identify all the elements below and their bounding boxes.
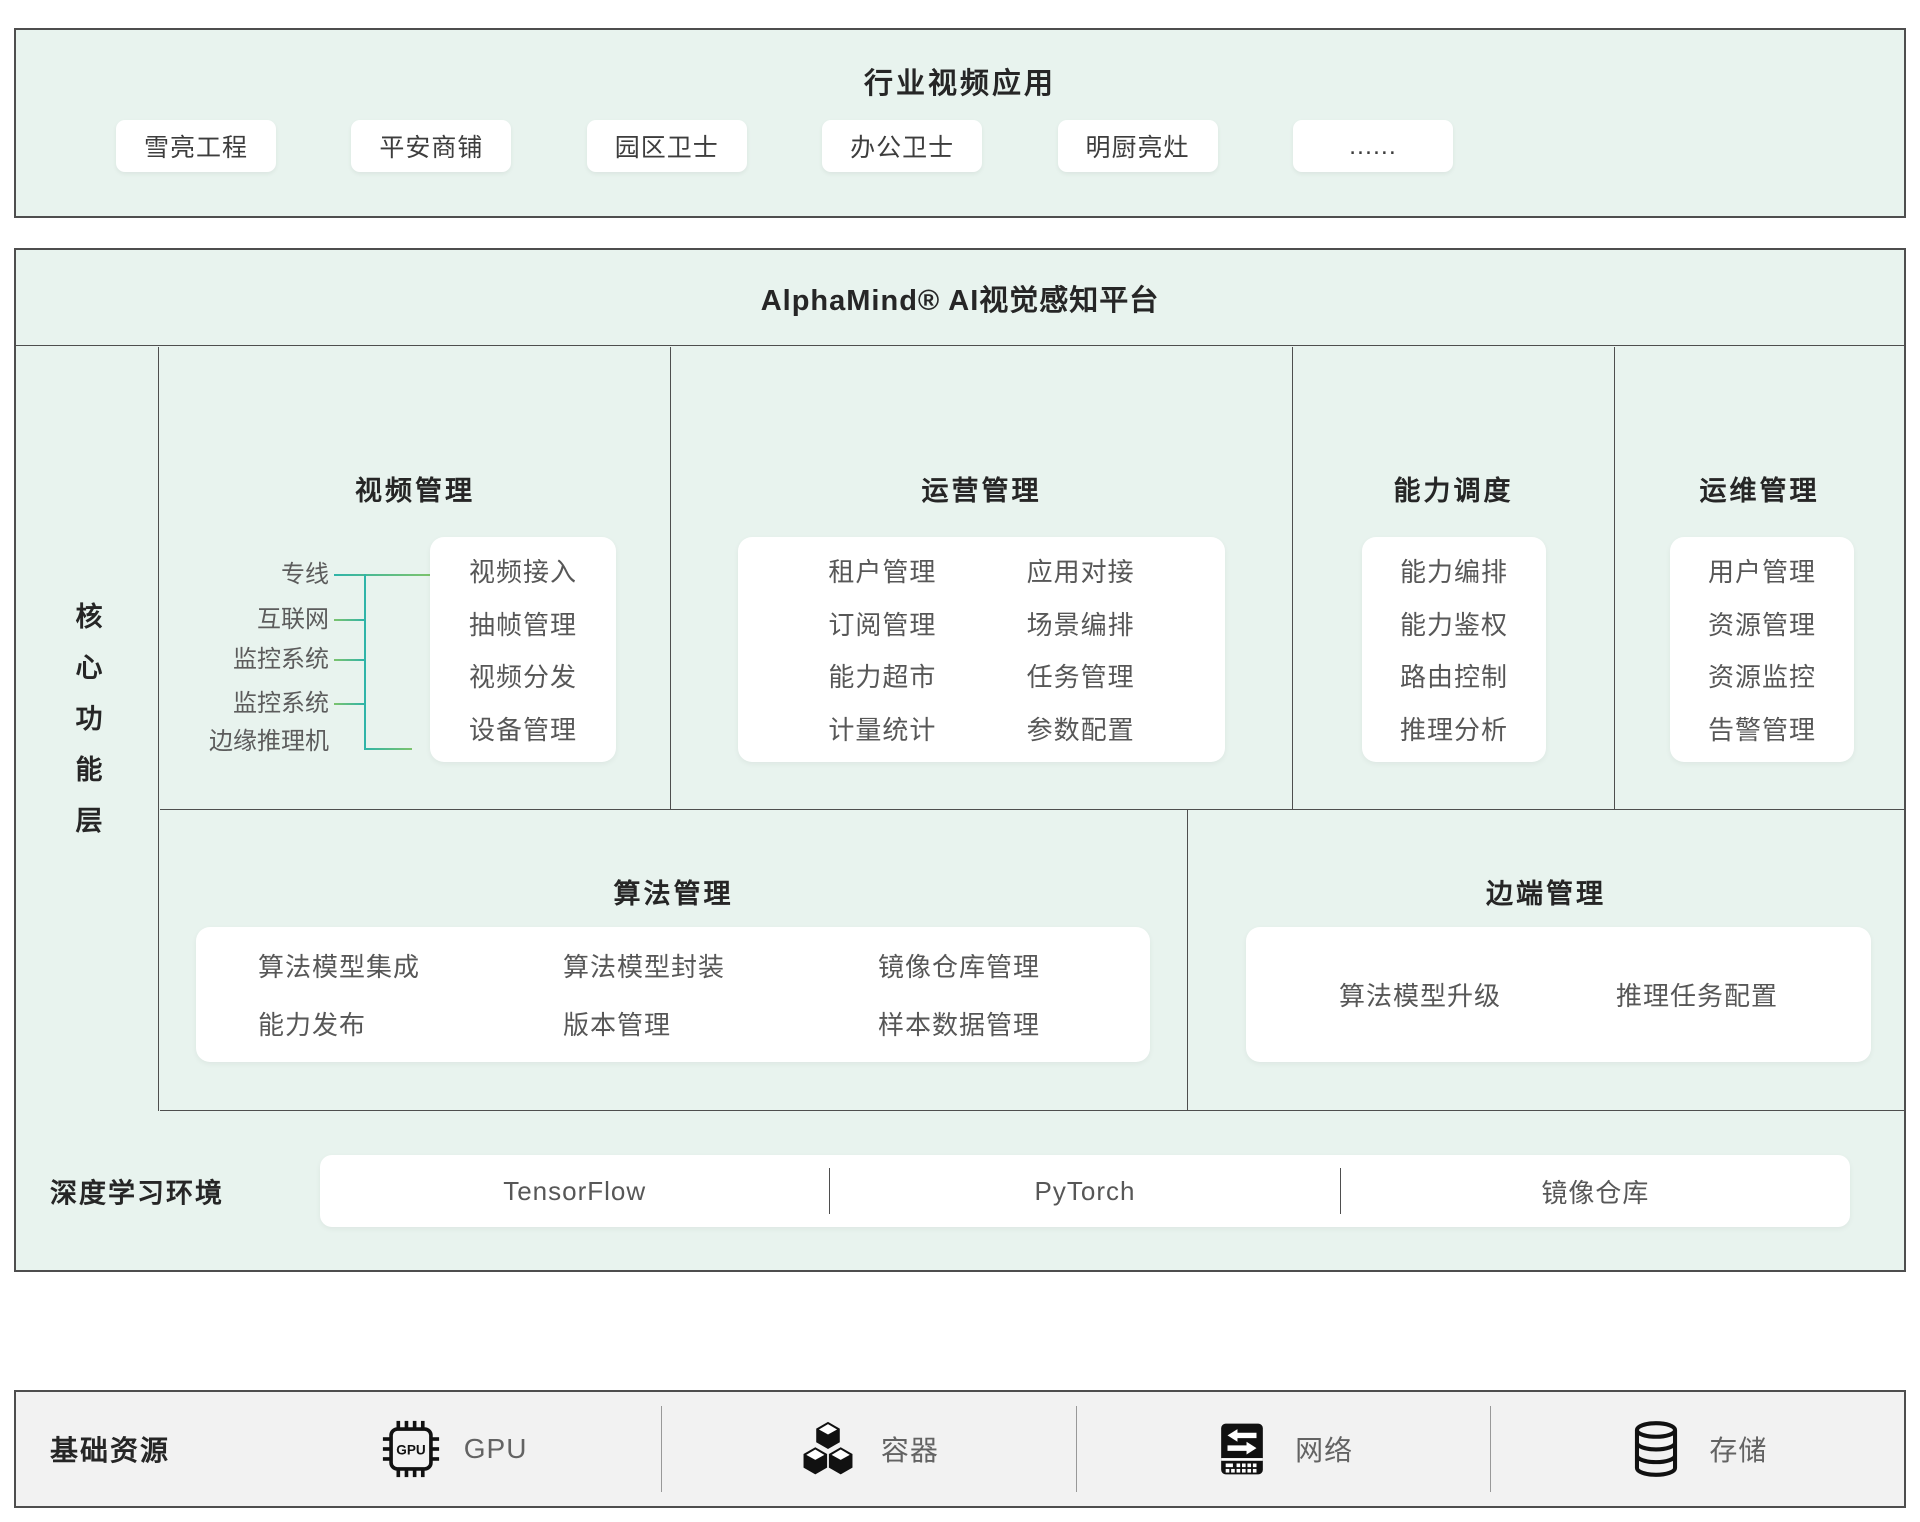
edge-section-title: 边端管理 — [1188, 872, 1904, 911]
infra-item-label: 网络 — [1295, 1429, 1353, 1469]
feature-item: 样本数据管理 — [878, 1005, 1040, 1042]
feature-item: 视频分发 — [469, 657, 577, 694]
feature-item: 任务管理 — [1027, 657, 1135, 694]
app-pill-bangong: 办公卫士 — [822, 120, 982, 172]
feature-item: 版本管理 — [563, 1005, 671, 1042]
connector-line — [364, 748, 412, 750]
algorithm-feature-card: 算法模型集成 能力发布 算法模型封装 版本管理 镜像仓库管理 样本数据管理 — [196, 927, 1150, 1062]
feature-item: 能力发布 — [258, 1005, 366, 1042]
dl-environment-label: 深度学习环境 — [50, 1172, 224, 1211]
feature-item: 算法模型封装 — [563, 947, 725, 984]
section-algorithm-management: 算法管理 算法模型集成 能力发布 算法模型封装 版本管理 镜像仓库管理 样本数据… — [160, 810, 1188, 1110]
feature-item: 资源监控 — [1708, 657, 1816, 694]
app-pill-ellipsis: ...... — [1293, 120, 1453, 172]
platform-title: AlphaMind® AI视觉感知平台 — [16, 250, 1904, 346]
section-operation-management: 运营管理 租户管理 订阅管理 能力超市 计量统计 应用对接 场景编排 任务管理 … — [671, 347, 1293, 809]
infra-item-storage: 存储 — [1490, 1406, 1904, 1492]
algorithm-section-title: 算法管理 — [160, 872, 1187, 911]
operation-column-1: 租户管理 订阅管理 能力超市 计量统计 — [828, 537, 936, 762]
app-pill-yuanqu: 园区卫士 — [587, 120, 747, 172]
infrastructure-label: 基础资源 — [16, 1429, 248, 1469]
dl-env-item-pytorch: PyTorch — [830, 1155, 1339, 1227]
video-section-title: 视频管理 — [160, 469, 670, 508]
scheduling-feature-card: 能力编排 能力鉴权 路由控制 推理分析 — [1362, 537, 1546, 762]
section-capability-scheduling: 能力调度 能力编排 能力鉴权 路由控制 推理分析 — [1293, 347, 1615, 809]
feature-item: 能力超市 — [828, 657, 936, 694]
feature-item: 推理任务配置 — [1616, 976, 1778, 1013]
core-row-2: 算法管理 算法模型集成 能力发布 算法模型封装 版本管理 镜像仓库管理 样本数据… — [160, 810, 1904, 1111]
industry-apps-panel: 行业视频应用 雪亮工程 平安商铺 园区卫士 办公卫士 明厨亮灶 ...... — [14, 28, 1906, 218]
algorithm-column-3: 镜像仓库管理 样本数据管理 — [878, 927, 1040, 1062]
app-pill-xueliang: 雪亮工程 — [116, 120, 276, 172]
connector-line — [334, 619, 365, 621]
app-pill-pingan: 平安商铺 — [351, 120, 511, 172]
core-row-1: 视频管理 专线 互联网 监控系统 监控系统 边缘推理机 视频接入 抽帧管理 视频… — [160, 347, 1904, 810]
dl-env-item-tensorflow: TensorFlow — [320, 1155, 829, 1227]
dl-env-item-registry: 镜像仓库 — [1341, 1155, 1850, 1227]
feature-item: 应用对接 — [1027, 552, 1135, 589]
connector-line — [334, 703, 365, 705]
operation-column-2: 应用对接 场景编排 任务管理 参数配置 — [1027, 537, 1135, 762]
connector-trunk — [364, 574, 366, 750]
core-layer-label: 核心功能层 — [68, 602, 107, 857]
container-icon — [799, 1420, 857, 1478]
infra-item-container: 容器 — [661, 1406, 1075, 1492]
video-source-label: 互联网 — [257, 604, 329, 636]
feature-item: 场景编排 — [1027, 605, 1135, 642]
maintenance-feature-card: 用户管理 资源管理 资源监控 告警管理 — [1670, 537, 1854, 762]
operation-feature-card: 租户管理 订阅管理 能力超市 计量统计 应用对接 场景编排 任务管理 参数配置 — [738, 537, 1225, 762]
infra-item-label: 容器 — [881, 1429, 939, 1469]
gpu-chip-text: GPU — [396, 1442, 425, 1457]
core-layer-column: 核心功能层 — [16, 347, 159, 1111]
feature-item: 告警管理 — [1708, 710, 1816, 747]
feature-item: 视频接入 — [469, 552, 577, 589]
dl-environment-row: 深度学习环境 TensorFlow PyTorch 镜像仓库 — [16, 1111, 1904, 1271]
industry-apps-title: 行业视频应用 — [16, 60, 1904, 102]
infra-item-network: 网络 — [1076, 1406, 1490, 1492]
maintenance-section-title: 运维管理 — [1615, 469, 1904, 508]
feature-item: 参数配置 — [1027, 710, 1135, 747]
video-source-label: 边缘推理机 — [209, 726, 329, 758]
feature-item: 镜像仓库管理 — [878, 947, 1040, 984]
feature-item: 能力编排 — [1400, 552, 1508, 589]
section-ops-maintenance: 运维管理 用户管理 资源管理 资源监控 告警管理 — [1615, 347, 1904, 809]
infra-item-label: 存储 — [1709, 1429, 1767, 1469]
network-icon — [1213, 1420, 1271, 1478]
algorithm-column-1: 算法模型集成 能力发布 — [258, 927, 420, 1062]
feature-item: 能力鉴权 — [1400, 605, 1508, 642]
app-pill-mingchu: 明厨亮灶 — [1058, 120, 1218, 172]
feature-item: 订阅管理 — [828, 605, 936, 642]
video-source-label: 监控系统 — [233, 688, 329, 720]
connector-line — [334, 574, 430, 576]
video-feature-card: 视频接入 抽帧管理 视频分发 设备管理 — [430, 537, 616, 762]
infra-item-gpu: GPU GPU — [248, 1406, 661, 1492]
feature-item: 算法模型集成 — [258, 947, 420, 984]
feature-item: 用户管理 — [1708, 552, 1816, 589]
feature-item: 推理分析 — [1400, 710, 1508, 747]
section-edge-management: 边端管理 算法模型升级 推理任务配置 — [1188, 810, 1904, 1110]
section-video-management: 视频管理 专线 互联网 监控系统 监控系统 边缘推理机 视频接入 抽帧管理 视频… — [160, 347, 671, 809]
architecture-diagram: 行业视频应用 雪亮工程 平安商铺 园区卫士 办公卫士 明厨亮灶 ...... A… — [0, 0, 1920, 1522]
scheduling-section-title: 能力调度 — [1293, 469, 1614, 508]
infrastructure-panel: 基础资源 GPU GPU — [14, 1390, 1906, 1508]
feature-item: 抽帧管理 — [469, 605, 577, 642]
operation-section-title: 运营管理 — [671, 469, 1292, 508]
connector-line — [334, 659, 365, 661]
feature-item: 设备管理 — [469, 710, 577, 747]
edge-feature-card: 算法模型升级 推理任务配置 — [1246, 927, 1871, 1062]
feature-item: 资源管理 — [1708, 605, 1816, 642]
feature-item: 路由控制 — [1400, 657, 1508, 694]
feature-item: 计量统计 — [828, 710, 936, 747]
feature-item: 算法模型升级 — [1339, 976, 1501, 1013]
app-pill-row: 雪亮工程 平安商铺 园区卫士 办公卫士 明厨亮灶 ...... — [116, 120, 1453, 172]
feature-item: 租户管理 — [828, 552, 936, 589]
algorithm-column-2: 算法模型封装 版本管理 — [563, 927, 725, 1062]
video-source-label: 监控系统 — [233, 644, 329, 676]
video-source-label: 专线 — [281, 559, 329, 591]
gpu-icon: GPU — [382, 1420, 440, 1478]
dl-environment-bar: TensorFlow PyTorch 镜像仓库 — [320, 1155, 1850, 1227]
platform-panel: AlphaMind® AI视觉感知平台 核心功能层 视频管理 专线 互联网 监控… — [14, 248, 1906, 1272]
infra-item-label: GPU — [464, 1433, 528, 1465]
storage-icon — [1627, 1420, 1685, 1478]
